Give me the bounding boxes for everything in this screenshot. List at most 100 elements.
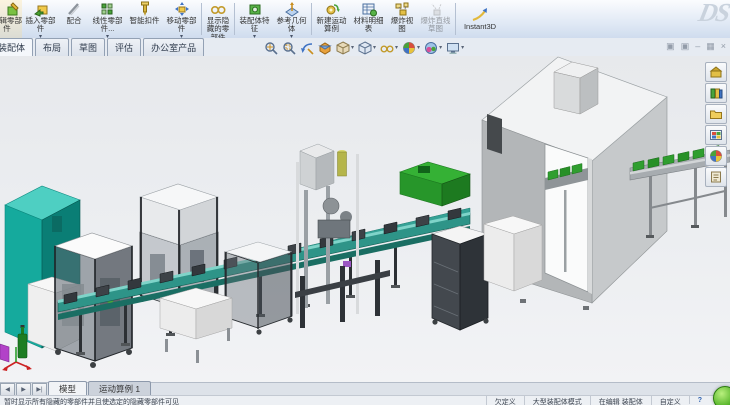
task-pane-strip bbox=[705, 62, 727, 187]
linear-pattern-icon bbox=[100, 1, 116, 17]
model-white-box[interactable] bbox=[484, 216, 542, 291]
status-bar: 暂时显示所有隐藏的零部件并且使选定的隐藏零部件可见 欠定义 大型装配体模式 在编… bbox=[0, 395, 730, 405]
zoom-to-area-icon[interactable] bbox=[281, 40, 297, 55]
button-label: 材料明细表 bbox=[352, 17, 385, 34]
toolbar-divider bbox=[234, 3, 235, 35]
button-label: 编辑零部件 bbox=[0, 17, 22, 34]
instant3d-button[interactable]: Instant3D bbox=[457, 0, 503, 38]
explode-line-sketch-icon bbox=[428, 1, 444, 17]
window-restore-icon[interactable]: ▦ bbox=[706, 40, 715, 53]
assembly-features-icon bbox=[247, 1, 263, 17]
edit-component-button[interactable]: 编辑零部件 bbox=[0, 0, 22, 38]
tab-evaluate[interactable]: 评估 bbox=[107, 38, 141, 56]
view-settings-icon[interactable]: ▾ bbox=[445, 40, 465, 55]
status-hint-text: 暂时显示所有隐藏的零部件并且使选定的隐藏零部件可见 bbox=[0, 396, 486, 405]
appearances-icon[interactable] bbox=[705, 146, 727, 166]
move-component-button[interactable]: 移动零部件 ▾ bbox=[163, 0, 200, 38]
custom-properties-icon[interactable] bbox=[705, 167, 727, 187]
status-large-assembly-mode: 大型装配体模式 bbox=[524, 396, 590, 405]
show-hidden-components-button[interactable]: 显示隐藏的零部件 bbox=[203, 0, 233, 38]
model-tab-bar: ◀ ▶ ▶| 模型 运动算例 1 bbox=[0, 382, 730, 396]
assembly-model bbox=[0, 56, 730, 383]
tab-sketch[interactable]: 草图 bbox=[71, 38, 105, 56]
document-window-controls: ▣ ▣ – ▦ × bbox=[666, 40, 726, 53]
exploded-view-icon bbox=[394, 1, 410, 17]
window-button-2-icon[interactable]: ▣ bbox=[681, 40, 690, 53]
model-dark-cabinet[interactable] bbox=[432, 226, 489, 330]
bill-of-materials-button[interactable]: 材料明细表 bbox=[350, 0, 387, 38]
solidworks-window: 编辑零部件 插入零部件 ▾ 配合 线性零部件... ▾ bbox=[0, 0, 730, 405]
view-palette-icon[interactable] bbox=[705, 125, 727, 145]
tab-office-products[interactable]: 办公室产品 bbox=[143, 38, 204, 56]
dropdown-arrow-icon[interactable]: ▾ bbox=[395, 44, 398, 51]
model-white-table[interactable] bbox=[160, 288, 232, 363]
button-label: 移动零部件 bbox=[165, 17, 198, 34]
button-label: 配合 bbox=[61, 17, 87, 25]
status-editing-label: 在编辑 装配体 bbox=[590, 396, 651, 405]
reference-geometry-icon bbox=[284, 1, 300, 17]
mate-button[interactable]: 配合 bbox=[59, 0, 89, 38]
window-close-icon[interactable]: × bbox=[721, 40, 726, 53]
previous-view-icon[interactable] bbox=[299, 40, 315, 55]
button-label: 新建运动算例 bbox=[315, 17, 348, 34]
view-orientation-icon[interactable]: ▾ bbox=[335, 40, 355, 55]
button-label: 参考几何体 bbox=[275, 17, 308, 34]
quick-tips-button[interactable] bbox=[713, 386, 730, 405]
insert-components-button[interactable]: 插入零部件 ▾ bbox=[22, 0, 59, 38]
graphics-viewport[interactable] bbox=[0, 56, 730, 383]
dassault-systemes-logo: DS bbox=[696, 0, 730, 28]
assembly-features-button[interactable]: 装配体特征 ▾ bbox=[236, 0, 273, 38]
command-manager-toolbar: 编辑零部件 插入零部件 ▾ 配合 线性零部件... ▾ bbox=[0, 0, 730, 39]
model-station-c[interactable] bbox=[224, 242, 292, 335]
tab-motion-study-1[interactable]: 运动算例 1 bbox=[88, 381, 151, 396]
tab-model[interactable]: 模型 bbox=[48, 381, 87, 396]
ribbon-tab-row: 装配体 布局 草图 评估 办公室产品 ▾ bbox=[0, 38, 730, 57]
status-customize-link[interactable]: 自定义 bbox=[651, 396, 689, 405]
section-view-icon[interactable] bbox=[317, 40, 333, 55]
smart-fasteners-button[interactable]: 智能扣件 bbox=[126, 0, 163, 38]
dropdown-arrow-icon[interactable]: ▾ bbox=[417, 44, 420, 51]
reference-geometry-button[interactable]: 参考几何体 ▾ bbox=[273, 0, 310, 38]
tab-layout[interactable]: 布局 bbox=[35, 38, 69, 56]
smart-fasteners-icon bbox=[137, 1, 153, 17]
button-label: 爆炸视图 bbox=[389, 17, 415, 34]
show-hidden-icon bbox=[210, 1, 226, 17]
window-button-1-icon[interactable]: ▣ bbox=[666, 40, 675, 53]
zoom-to-fit-icon[interactable] bbox=[263, 40, 279, 55]
toolbar-divider bbox=[201, 3, 202, 35]
mate-icon bbox=[66, 1, 82, 17]
window-minimize-icon[interactable]: – bbox=[695, 40, 700, 53]
linear-component-pattern-button[interactable]: 线性零部件... ▾ bbox=[89, 0, 126, 38]
design-library-icon[interactable] bbox=[705, 83, 727, 103]
exploded-view-button[interactable]: 爆炸视图 bbox=[387, 0, 417, 38]
button-label: 插入零部件 bbox=[24, 17, 57, 34]
dropdown-arrow-icon[interactable]: ▾ bbox=[373, 44, 376, 51]
toolbar-divider bbox=[455, 3, 456, 35]
motion-study-icon bbox=[324, 1, 340, 17]
new-motion-study-button[interactable]: 新建运动算例 bbox=[313, 0, 350, 38]
status-constraint-state: 欠定义 bbox=[486, 396, 524, 405]
model-green-machine[interactable] bbox=[400, 162, 470, 206]
dropdown-arrow-icon[interactable]: ▾ bbox=[439, 44, 442, 51]
move-component-icon bbox=[174, 1, 190, 17]
dropdown-arrow-icon[interactable]: ▾ bbox=[351, 44, 354, 51]
status-help-icon[interactable]: ? bbox=[689, 396, 710, 404]
button-label: 线性零部件... bbox=[91, 17, 124, 34]
bom-icon bbox=[361, 1, 377, 17]
display-style-icon[interactable]: ▾ bbox=[357, 40, 377, 55]
button-label: 装配体特征 bbox=[238, 17, 271, 34]
dropdown-arrow-icon[interactable]: ▾ bbox=[461, 44, 464, 51]
button-label: 智能扣件 bbox=[128, 17, 161, 25]
ribbon-tabs: 装配体 布局 草图 评估 办公室产品 bbox=[0, 38, 206, 56]
apply-scene-icon[interactable]: ▾ bbox=[423, 40, 443, 55]
resources-icon[interactable] bbox=[705, 62, 727, 82]
instant3d-icon bbox=[471, 7, 489, 23]
edit-appearance-icon[interactable]: ▾ bbox=[401, 40, 421, 55]
button-label: Instant3D bbox=[459, 23, 501, 31]
model-roof-chimney[interactable] bbox=[554, 62, 598, 114]
explode-line-sketch-button[interactable]: 爆炸直线草图 bbox=[417, 0, 454, 38]
insert-components-icon bbox=[33, 1, 49, 17]
file-explorer-icon[interactable] bbox=[705, 104, 727, 124]
hide-show-items-icon[interactable]: ▾ bbox=[379, 40, 399, 55]
tab-assembly[interactable]: 装配体 bbox=[0, 38, 33, 56]
